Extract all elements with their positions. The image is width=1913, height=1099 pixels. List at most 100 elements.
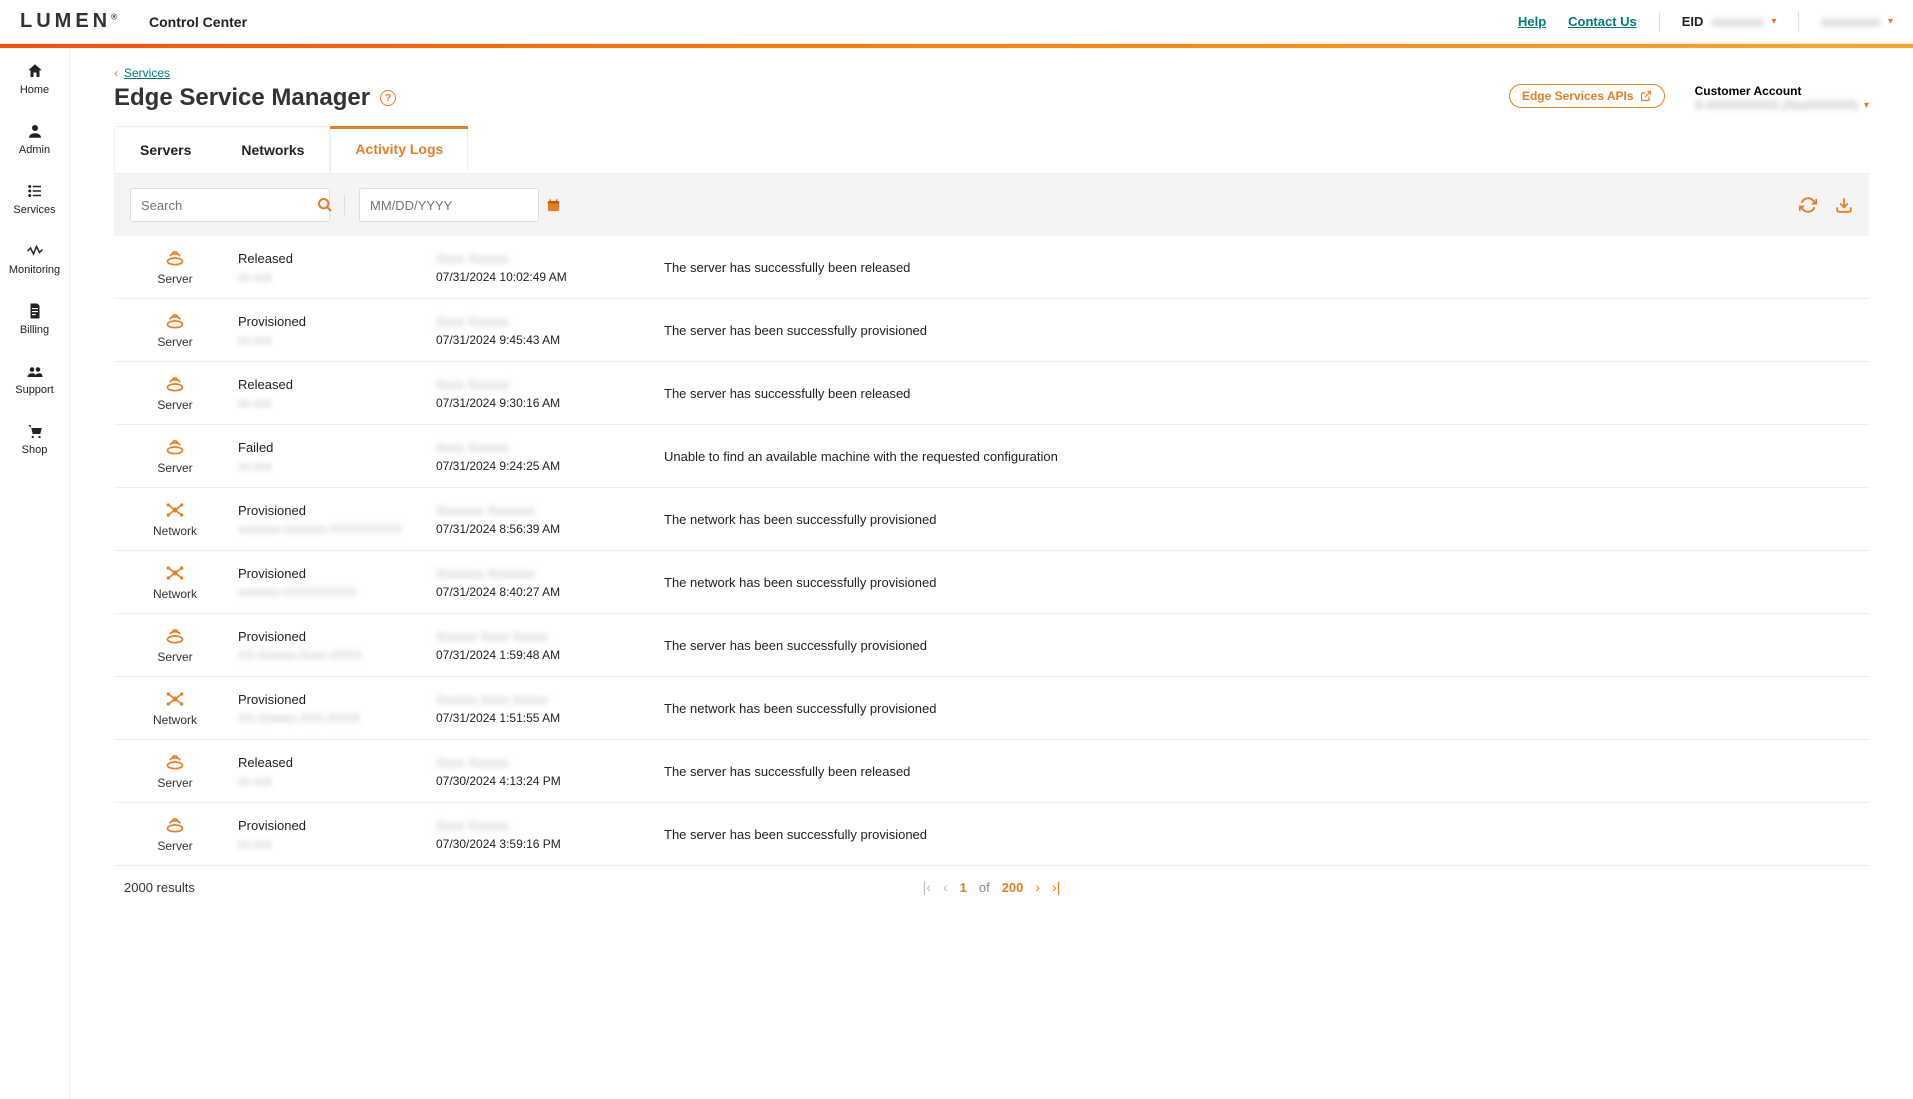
log-message: The network has been successfully provis…: [664, 575, 1853, 590]
log-row[interactable]: Server Released xx-xxx Xxxx Xxxxxx 07/31…: [114, 362, 1869, 425]
chevron-down-icon: ▾: [1888, 16, 1893, 27]
log-user-cell: Xxxxxx Xxxx Xxxxx 07/31/2024 1:59:48 AM: [436, 629, 646, 662]
log-type-label: Server: [157, 335, 192, 349]
log-user-cell: Xxxx Xxxxxx 07/31/2024 9:45:43 AM: [436, 314, 646, 347]
log-datetime: 07/30/2024 3:59:16 PM: [436, 837, 646, 851]
breadcrumb: ‹ Services: [114, 66, 1869, 80]
user-dropdown[interactable]: xxxxxxxxx ▾: [1821, 14, 1893, 29]
log-resource-name: xx-xxx: [238, 459, 418, 473]
sidenav-item-monitoring[interactable]: Monitoring: [0, 238, 69, 280]
eid-dropdown[interactable]: EID xxxxxxxx ▾: [1682, 14, 1777, 29]
log-type-label: Server: [157, 461, 192, 475]
network-icon: [164, 563, 186, 583]
log-resource-name: xx-xxx: [238, 396, 418, 410]
api-button-label: Edge Services APIs: [1522, 89, 1634, 103]
log-status: Released: [238, 755, 418, 770]
page-title-text: Edge Service Manager: [114, 84, 370, 112]
server-icon: [164, 626, 186, 646]
filter-left: [130, 188, 539, 222]
log-type-label: Server: [157, 398, 192, 412]
filter-bar: [114, 174, 1869, 236]
sidenav-item-label: Billing: [20, 324, 49, 336]
log-row[interactable]: Server Failed xx-xxx Xxxx Xxxxxx 07/31/2…: [114, 425, 1869, 488]
log-row[interactable]: Server Provisioned xx-xxx Xxxx Xxxxxx 07…: [114, 803, 1869, 866]
log-message: The server has been successfully provisi…: [664, 827, 1853, 842]
log-user-cell: Xxxx Xxxxxx 07/31/2024 9:30:16 AM: [436, 377, 646, 410]
page-title: Edge Service Manager ?: [114, 84, 396, 112]
log-type-label: Server: [157, 776, 192, 790]
last-page-button[interactable]: ›|: [1052, 879, 1060, 895]
log-message: The server has successfully been release…: [664, 260, 1853, 275]
pager-controls: |‹ ‹ 1 of 200 › ›|: [923, 879, 1061, 895]
calendar-icon[interactable]: [546, 198, 561, 213]
monitoring-icon: [26, 242, 44, 260]
home-icon: [26, 62, 44, 80]
prev-page-button[interactable]: ‹: [943, 879, 948, 895]
logo: LUMEN®: [20, 10, 117, 33]
sidenav-item-label: Support: [15, 384, 54, 396]
log-type-cell: Server: [130, 374, 220, 412]
breadcrumb-parent-link[interactable]: Services: [124, 66, 170, 80]
download-icon[interactable]: [1835, 196, 1853, 214]
log-row[interactable]: Network Provisioned xxxxxxx-xxxxxxx-XXXX…: [114, 488, 1869, 551]
log-type-cell: Network: [130, 689, 220, 727]
log-status: Provisioned: [238, 692, 418, 707]
sidenav-item-support[interactable]: Support: [0, 358, 69, 400]
tab-networks[interactable]: Networks: [216, 127, 329, 173]
chevron-down-icon: ▾: [1771, 16, 1776, 27]
topbar: LUMEN® Control Center Help Contact Us EI…: [0, 0, 1913, 44]
chevron-left-icon[interactable]: ‹: [114, 66, 118, 80]
server-icon: [164, 437, 186, 457]
sidenav-item-label: Admin: [19, 144, 50, 156]
log-type-cell: Server: [130, 248, 220, 286]
log-type-cell: Server: [130, 311, 220, 349]
log-row[interactable]: Server Released xx-xxx Xxxx Xxxxxx 07/31…: [114, 236, 1869, 299]
sidenav-item-label: Services: [13, 204, 55, 216]
sidenav-item-shop[interactable]: Shop: [0, 418, 69, 460]
search-input-wrap[interactable]: [130, 188, 330, 222]
log-user: Xxxx Xxxxxx: [436, 755, 646, 770]
sidenav-item-home[interactable]: Home: [0, 58, 69, 100]
next-page-button[interactable]: ›: [1035, 879, 1040, 895]
log-row[interactable]: Network Provisioned XX-Xxxxxx-XXX-XXXX X…: [114, 677, 1869, 740]
topbar-right: Help Contact Us EID xxxxxxxx ▾ xxxxxxxxx…: [1518, 12, 1893, 32]
log-type-cell: Server: [130, 437, 220, 475]
log-message: The server has successfully been release…: [664, 764, 1853, 779]
log-datetime: 07/31/2024 8:40:27 AM: [436, 585, 646, 599]
log-message: The network has been successfully provis…: [664, 701, 1853, 716]
sidenav-item-billing[interactable]: Billing: [0, 298, 69, 340]
log-row[interactable]: Network Provisioned xxxxxxx-XXXXXXXXX Xx…: [114, 551, 1869, 614]
sidenav-item-services[interactable]: Services: [0, 178, 69, 220]
date-input[interactable]: [370, 198, 546, 213]
sidenav-item-admin[interactable]: Admin: [0, 118, 69, 160]
first-page-button[interactable]: |‹: [923, 879, 931, 895]
log-row[interactable]: Server Provisioned XX-Xxxxxx-Xxxx-XXXX X…: [114, 614, 1869, 677]
search-icon[interactable]: [317, 197, 333, 213]
search-input[interactable]: [141, 198, 317, 213]
log-status: Provisioned: [238, 503, 418, 518]
customer-account-dropdown[interactable]: Customer Account X-XXXXXXXXX (XxxXXXXXX)…: [1695, 84, 1869, 112]
log-message: Unable to find an available machine with…: [664, 449, 1853, 464]
sidenav-item-label: Shop: [22, 444, 48, 456]
account-label: Customer Account: [1695, 84, 1869, 98]
edge-services-apis-button[interactable]: Edge Services APIs: [1509, 84, 1665, 108]
log-type-label: Server: [157, 272, 192, 286]
log-user-cell: Xxxx Xxxxxx 07/31/2024 9:24:25 AM: [436, 440, 646, 473]
help-icon[interactable]: ?: [380, 90, 396, 106]
tab-servers[interactable]: Servers: [115, 127, 216, 173]
log-user-cell: Xxxxxx Xxxx Xxxxx 07/31/2024 1:51:55 AM: [436, 692, 646, 725]
contact-us-link[interactable]: Contact Us: [1568, 14, 1637, 29]
app-name: Control Center: [149, 14, 247, 30]
log-row[interactable]: Server Released xx-xxx Xxxx Xxxxxx 07/30…: [114, 740, 1869, 803]
page-heading-row: Edge Service Manager ? Edge Services API…: [114, 84, 1869, 112]
log-status: Released: [238, 251, 418, 266]
network-icon: [164, 500, 186, 520]
log-row[interactable]: Server Provisioned xx-xxx Xxxx Xxxxxx 07…: [114, 299, 1869, 362]
log-status-cell: Released xx-xxx: [238, 755, 418, 788]
date-input-wrap[interactable]: [359, 188, 539, 222]
refresh-icon[interactable]: [1799, 196, 1817, 214]
tab-activity[interactable]: Activity Logs: [330, 126, 468, 173]
help-link[interactable]: Help: [1518, 14, 1546, 29]
services-icon: [26, 182, 44, 200]
shop-icon: [26, 422, 44, 440]
